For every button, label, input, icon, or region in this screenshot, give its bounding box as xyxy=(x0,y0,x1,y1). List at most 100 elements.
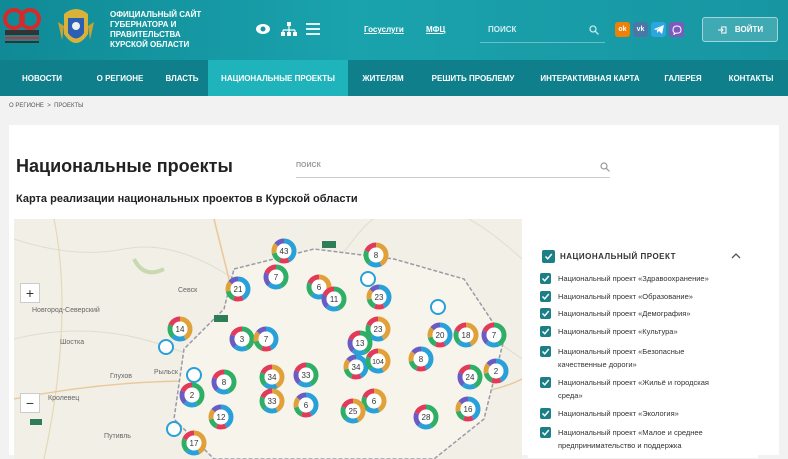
telegram-icon[interactable] xyxy=(651,22,666,37)
map-cluster-count: 43 xyxy=(280,247,289,256)
map-object-marker[interactable] xyxy=(158,339,174,355)
project-filter-label[interactable]: Национальный проект «Культура» xyxy=(558,325,728,338)
map-cluster-marker[interactable]: 7 xyxy=(251,324,281,354)
project-filter-label[interactable]: Национальный проект «Экология» xyxy=(558,407,728,420)
map-cluster-marker[interactable]: 8 xyxy=(406,344,436,374)
main-nav: НОВОСТИ О РЕГИОНЕ ВЛАСТЬ НАЦИОНАЛЬНЫЕ ПР… xyxy=(0,60,788,96)
login-button[interactable]: ВОЙТИ xyxy=(702,17,778,42)
map-cluster-count: 34 xyxy=(268,373,277,382)
map-place-label: Шостка xyxy=(60,339,85,346)
menu-icon[interactable] xyxy=(304,20,322,38)
zoom-out-button[interactable]: − xyxy=(20,393,40,413)
map-cluster-marker[interactable]: 11 xyxy=(319,284,349,314)
breadcrumb: О РЕГИОНЕ > ПРОЕКТЫ xyxy=(9,103,83,109)
filter-panel-header[interactable]: НАЦИОНАЛЬНЫЙ ПРОЕКТ xyxy=(560,252,676,261)
map-object-marker[interactable] xyxy=(166,421,182,437)
map-cluster-count: 17 xyxy=(190,439,199,448)
national-project-group-checkbox[interactable] xyxy=(542,250,555,263)
nav-item-national-projects[interactable]: НАЦИОНАЛЬНЫЕ ПРОЕКТЫ xyxy=(208,60,348,96)
map-cluster-marker[interactable]: 12 xyxy=(206,402,236,432)
project-filter-checkbox[interactable] xyxy=(540,346,551,357)
map-object-marker[interactable] xyxy=(360,271,376,287)
projects-search-input[interactable]: ПОИСК xyxy=(296,158,610,178)
map-cluster-marker[interactable]: 24 xyxy=(455,362,485,392)
nav-item-contacts[interactable]: КОНТАКТЫ xyxy=(714,60,788,96)
breadcrumb-region[interactable]: О РЕГИОНЕ xyxy=(9,103,44,109)
map-cluster-count: 33 xyxy=(302,371,311,380)
map-cluster-count: 6 xyxy=(372,397,377,406)
project-filter-checkbox[interactable] xyxy=(540,326,551,337)
map-cluster-marker[interactable]: 2 xyxy=(481,356,511,386)
viber-icon[interactable] xyxy=(669,22,684,37)
zoom-in-button[interactable]: + xyxy=(20,283,40,303)
chevron-up-icon[interactable] xyxy=(731,252,741,260)
project-filter-label[interactable]: Национальный проект «Образование» xyxy=(558,290,728,303)
vk-icon[interactable]: vk xyxy=(633,22,648,37)
accessibility-eye-icon[interactable] xyxy=(254,20,272,38)
project-filter-label[interactable]: Национальный проект «Жильё и городская с… xyxy=(558,376,728,402)
project-filter-label[interactable]: Национальный проект «Здравоохранение» xyxy=(558,272,728,285)
project-filter-checkbox[interactable] xyxy=(540,377,551,388)
map-cluster-marker[interactable]: 8 xyxy=(209,367,239,397)
map-cluster-marker[interactable]: 17 xyxy=(179,428,209,458)
login-icon xyxy=(717,26,727,33)
project-filter-label[interactable]: Национальный проект «Безопасные качестве… xyxy=(558,345,728,371)
map-object-marker[interactable] xyxy=(186,367,202,383)
map-cluster-marker[interactable]: 104 xyxy=(363,346,393,376)
breadcrumb-separator: > xyxy=(47,103,51,109)
coat-of-arms-icon[interactable] xyxy=(54,4,98,54)
project-filter-checkbox[interactable] xyxy=(540,291,551,302)
victory-80-logo-icon[interactable] xyxy=(3,6,41,44)
map-place-label: Кролевец xyxy=(48,395,80,402)
gosuslugi-link[interactable]: Госуслуги xyxy=(364,25,404,34)
page-title: Национальные проекты xyxy=(16,156,233,176)
map-cluster-marker[interactable]: 6 xyxy=(291,390,321,420)
project-filter-checkbox[interactable] xyxy=(540,408,551,419)
nav-item-interactive-map[interactable]: ИНТЕРАКТИВНАЯ КАРТА xyxy=(528,60,652,96)
nav-item-solve-problem[interactable]: РЕШИТЬ ПРОБЛЕМУ xyxy=(418,60,528,96)
search-icon[interactable] xyxy=(600,162,610,172)
nav-item-gallery[interactable]: ГАЛЕРЕЯ xyxy=(652,60,714,96)
map-cluster-count: 18 xyxy=(462,331,471,340)
project-filter-checkbox[interactable] xyxy=(540,308,551,319)
sitemap-icon[interactable] xyxy=(280,20,298,38)
map-place-label: Путивль xyxy=(104,433,131,440)
map-cluster-count: 23 xyxy=(375,293,384,302)
project-filter-label[interactable]: Национальный проект «Малое и среднее пре… xyxy=(558,426,728,452)
nav-item-government[interactable]: ВЛАСТЬ xyxy=(156,60,208,96)
header-search-input[interactable]: ПОИСК xyxy=(480,17,605,43)
site-title[interactable]: Официальный сайт Губернатора и Правитель… xyxy=(110,10,210,50)
map-cluster-count: 16 xyxy=(464,405,473,414)
breadcrumb-projects[interactable]: ПРОЕКТЫ xyxy=(54,103,83,109)
map-place-label: Глухов xyxy=(110,373,133,380)
projects-search-placeholder: ПОИСК xyxy=(296,162,321,169)
mfc-link[interactable]: МФЦ xyxy=(426,25,445,34)
map-place-label: Новгород-Северский xyxy=(32,307,100,314)
map-cluster-marker[interactable]: 33 xyxy=(291,360,321,390)
project-filter-checkbox[interactable] xyxy=(540,427,551,438)
map-cluster-count: 3 xyxy=(240,335,245,344)
nav-item-news[interactable]: НОВОСТИ xyxy=(0,60,84,96)
map-cluster-marker[interactable]: 7 xyxy=(261,262,291,292)
project-filter-checkbox[interactable] xyxy=(540,273,551,284)
nav-item-residents[interactable]: ЖИТЕЛЯМ xyxy=(348,60,418,96)
map-cluster-count: 11 xyxy=(330,295,339,304)
map-cluster-marker[interactable]: 8 xyxy=(361,240,391,270)
map-cluster-marker[interactable]: 18 xyxy=(451,320,481,350)
project-filter-label[interactable]: Национальный проект «Демография» xyxy=(558,307,728,320)
search-icon[interactable] xyxy=(589,25,599,35)
map-cluster-marker[interactable]: 2 xyxy=(177,380,207,410)
map-cluster-marker[interactable]: 16 xyxy=(453,394,483,424)
map-cluster-marker[interactable]: 25 xyxy=(338,396,368,426)
map-cluster-marker[interactable]: 21 xyxy=(223,274,253,304)
odnoklassniki-icon[interactable]: ok xyxy=(615,22,630,37)
projects-map[interactable]: Новгород-Северский Шостка Глухов Кролеве… xyxy=(14,219,522,459)
map-cluster-marker[interactable]: 7 xyxy=(479,320,509,350)
map-cluster-marker[interactable]: 33 xyxy=(257,386,287,416)
nav-item-about-region[interactable]: О РЕГИОНЕ xyxy=(84,60,156,96)
map-cluster-count: 8 xyxy=(222,378,227,387)
map-cluster-count: 34 xyxy=(352,363,361,372)
map-object-marker[interactable] xyxy=(430,299,446,315)
login-label: ВОЙТИ xyxy=(734,25,764,34)
map-cluster-marker[interactable]: 28 xyxy=(411,402,441,432)
